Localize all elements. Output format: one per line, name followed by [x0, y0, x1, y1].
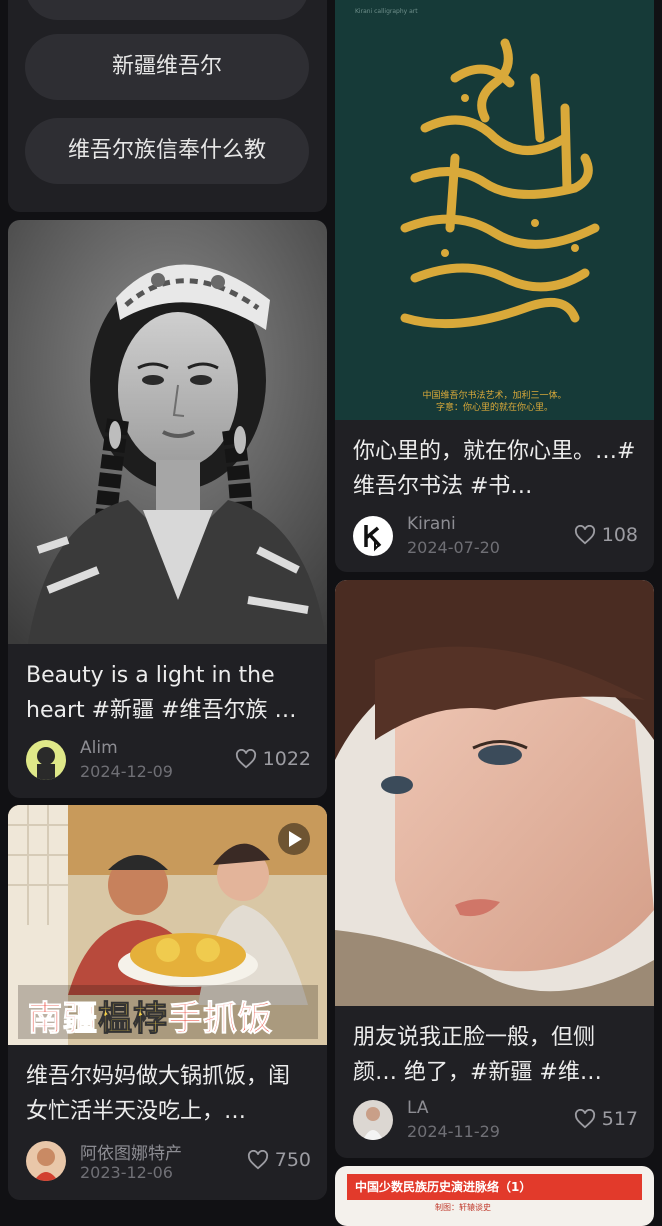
avatar[interactable]	[353, 516, 393, 556]
card-image-banner: 中国少数民族历史演进脉络（1）	[347, 1174, 642, 1200]
like-button[interactable]: 750	[247, 1149, 311, 1171]
card-meta: Kirani 2024-07-20 108	[353, 514, 638, 560]
like-button[interactable]: 1022	[235, 748, 311, 770]
suggestion-prev[interactable]	[25, 0, 309, 20]
author-name[interactable]: Kirani	[407, 514, 456, 534]
card-image[interactable]	[8, 220, 327, 644]
video-overlay-title: 南疆榅桲手抓饭	[28, 991, 273, 1040]
feed-card[interactable]: 朋友说我正脸一般，但侧颜… 绝了，#新疆 #维… LA 2024-11-29 5…	[335, 580, 654, 1158]
author-name[interactable]: Alim	[80, 738, 118, 758]
card-title: Beauty is a light in the heart #新疆 #维吾尔族…	[26, 663, 297, 723]
feed-card[interactable]: Kirani calligraphy art 中国维吾尔书法艺术，加利三一体。 …	[335, 0, 654, 572]
post-date: 2024-12-09	[80, 762, 173, 781]
like-count: 750	[274, 1149, 311, 1171]
image-caption-line: 字意：你心里的就在你心里。	[435, 403, 553, 413]
heart-icon	[574, 525, 595, 545]
card-image[interactable]	[335, 580, 654, 1006]
k-logo-icon	[364, 525, 382, 552]
avatar-photo	[34, 1148, 58, 1181]
overlay-text-b: 榅桲	[98, 999, 168, 1040]
suggestion-item[interactable]: 新疆维吾尔	[25, 34, 309, 100]
card-video-thumbnail[interactable]: 南疆榅桲手抓饭	[8, 805, 327, 1045]
like-button[interactable]: 517	[574, 1108, 638, 1130]
woman-photo-image	[8, 220, 327, 644]
calligraphy-artwork	[335, 0, 654, 420]
heart-icon	[235, 749, 256, 769]
overlay-text-c: 手抓饭	[168, 999, 273, 1040]
post-date: 2024-11-29	[407, 1122, 500, 1141]
card-meta: Alim 2024-12-09 1022	[26, 738, 311, 784]
card-meta: LA 2024-11-29 517	[353, 1098, 638, 1144]
heart-icon	[574, 1109, 595, 1129]
feed-card[interactable]: Beauty is a light in the heart #新疆 #维吾尔族…	[8, 220, 327, 798]
image-watermark-text: Kirani calligraphy art	[355, 8, 418, 15]
avatar[interactable]	[26, 1141, 66, 1181]
avatar[interactable]	[26, 740, 66, 780]
feed-card[interactable]: 南疆榅桲手抓饭 维吾尔妈妈做大锅抓饭，闺女忙活半天没吃上，… 阿依图娜特产 20…	[8, 805, 327, 1200]
avatar-photo	[363, 1107, 383, 1140]
card-image[interactable]: Kirani calligraphy art 中国维吾尔书法艺术，加利三一体。 …	[335, 0, 654, 420]
post-date: 2023-12-06	[80, 1163, 173, 1182]
card-image-subtitle: 制图：轩辕谈史	[435, 1203, 491, 1212]
card-title: 朋友说我正脸一般，但侧颜… 绝了，#新疆 #维…	[353, 1025, 602, 1085]
like-count: 1022	[262, 748, 311, 770]
card-meta: 阿依图娜特产 2023-12-06 750	[26, 1141, 311, 1185]
author-name[interactable]: LA	[407, 1098, 429, 1118]
portrait-photo-image	[335, 580, 654, 1006]
post-date: 2024-07-20	[407, 538, 500, 557]
like-button[interactable]: 108	[574, 524, 638, 546]
feed-card[interactable]: 中国少数民族历史演进脉络（1） 制图：轩辕谈史	[335, 1166, 654, 1226]
avatar[interactable]	[353, 1100, 393, 1140]
avatar-illustration	[37, 747, 55, 780]
heart-icon	[247, 1150, 268, 1170]
like-count: 517	[601, 1108, 638, 1130]
like-count: 108	[601, 524, 638, 546]
card-title: 维吾尔妈妈做大锅抓饭，闺女忙活半天没吃上，…	[26, 1064, 291, 1124]
search-suggestions: 新疆维吾尔 维吾尔族信奉什么教	[8, 0, 327, 212]
overlay-text-a: 南疆	[28, 999, 98, 1040]
card-title: 你心里的，就在你心里。…#维吾尔书法 #书…	[353, 439, 636, 499]
author-name[interactable]: 阿依图娜特产	[80, 1139, 182, 1164]
suggestion-item[interactable]: 维吾尔族信奉什么教	[25, 118, 309, 184]
